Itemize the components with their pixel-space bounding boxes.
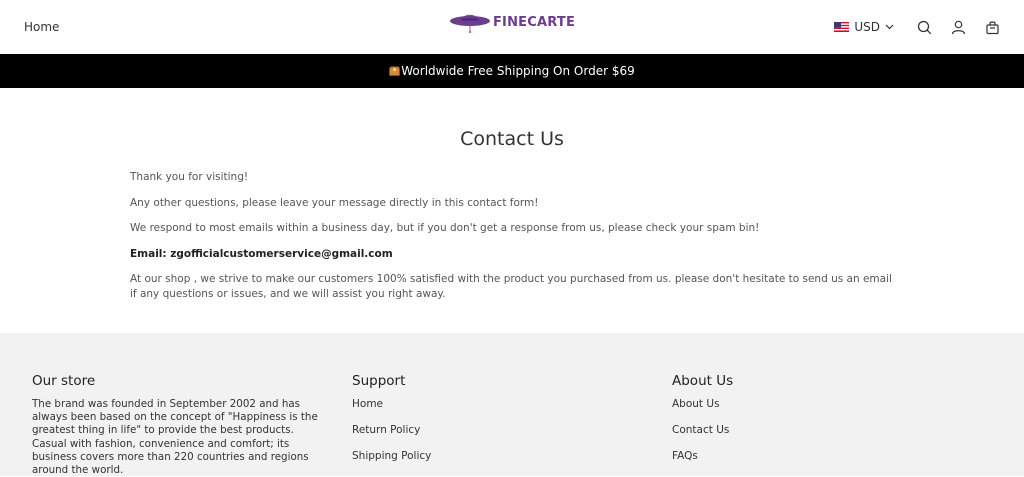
hat-logo-icon [449, 14, 490, 34]
footer-link-return-policy[interactable]: Return Policy [352, 424, 672, 437]
footer-heading-support: Support [352, 373, 406, 389]
footer-link-home[interactable]: Home [352, 398, 672, 411]
logo-text: FINECARTE [492, 14, 576, 30]
paragraph-thanks: Thank you for visiting! [130, 171, 249, 183]
header-actions: USD [834, 19, 1000, 35]
currency-selector[interactable]: USD [834, 20, 894, 34]
currency-label: USD [854, 20, 880, 34]
announcement-text: Worldwide Free Shipping On Order $69 [401, 64, 635, 78]
page-title: Contact Us [460, 128, 564, 150]
footer-heading-our-store: Our store [32, 373, 96, 389]
package-icon [389, 66, 401, 76]
logo[interactable]: FINECARTE [449, 9, 575, 35]
footer-store-description: The brand was founded in September 2002 … [32, 398, 318, 477]
site-footer: Our store The brand was founded in Septe… [0, 333, 1024, 476]
footer-heading-about-us: About Us [672, 373, 734, 389]
site-header: Home FINECARTE USD [0, 0, 1024, 54]
paragraph-satisfaction: At our shop , we strive to make our cust… [130, 273, 892, 300]
search-icon[interactable] [916, 19, 932, 35]
footer-support: Support Home Return Policy Shipping Poli… [352, 373, 672, 476]
chevron-down-icon [885, 24, 894, 30]
user-icon[interactable] [950, 19, 966, 35]
footer-link-about-us[interactable]: About Us [672, 398, 992, 411]
footer-link-shipping-policy[interactable]: Shipping Policy [352, 450, 672, 463]
footer-about: About Us About Us Contact Us FAQs [672, 373, 992, 476]
contact-content: Contact Us Thank you for visiting! Any o… [0, 128, 1024, 302]
nav-home-link[interactable]: Home [24, 20, 59, 34]
footer-our-store: Our store The brand was founded in Septe… [32, 373, 352, 476]
footer-link-faqs[interactable]: FAQs [672, 450, 992, 463]
announcement-bar: Worldwide Free Shipping On Order $69 [0, 54, 1024, 88]
us-flag-icon [834, 22, 850, 32]
contact-email: Email: zgofficialcustomerservice@gmail.c… [130, 247, 393, 260]
cart-icon[interactable] [984, 19, 1000, 35]
paragraph-response: We respond to most emails within a busin… [130, 222, 760, 234]
paragraph-questions: Any other questions, please leave your m… [130, 196, 539, 209]
footer-link-contact-us[interactable]: Contact Us [672, 424, 992, 437]
